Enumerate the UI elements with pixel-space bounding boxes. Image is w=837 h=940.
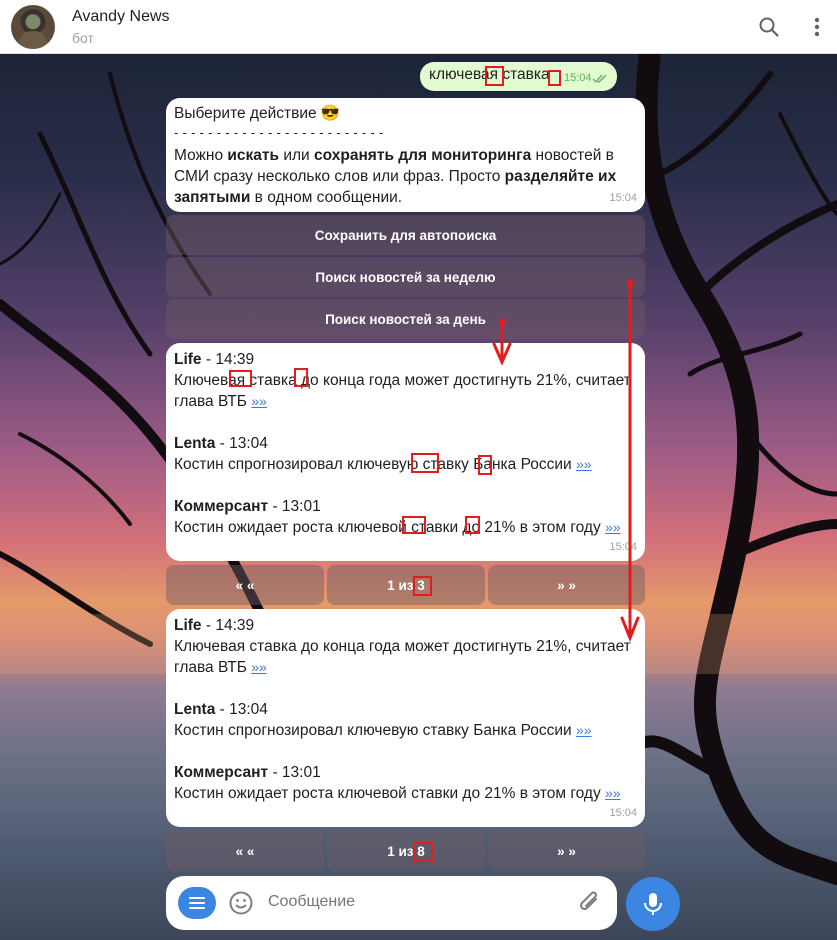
search-icon[interactable] bbox=[755, 13, 783, 41]
message-composer bbox=[166, 876, 617, 930]
menu-icon[interactable] bbox=[178, 887, 216, 919]
message-input[interactable] bbox=[268, 893, 568, 911]
annotation-arrows bbox=[492, 279, 640, 643]
attach-icon[interactable] bbox=[578, 890, 602, 921]
chat-title-block[interactable]: Avandy News бот bbox=[72, 7, 170, 48]
more-vert-icon[interactable] bbox=[803, 13, 831, 41]
chat-title: Avandy News bbox=[72, 8, 170, 25]
chat-header: Avandy News бот bbox=[0, 0, 837, 54]
mic-icon[interactable] bbox=[626, 877, 680, 931]
bot-avatar[interactable] bbox=[11, 5, 55, 49]
emoji-icon[interactable] bbox=[228, 890, 254, 921]
chat-subtitle: бот bbox=[72, 30, 94, 46]
